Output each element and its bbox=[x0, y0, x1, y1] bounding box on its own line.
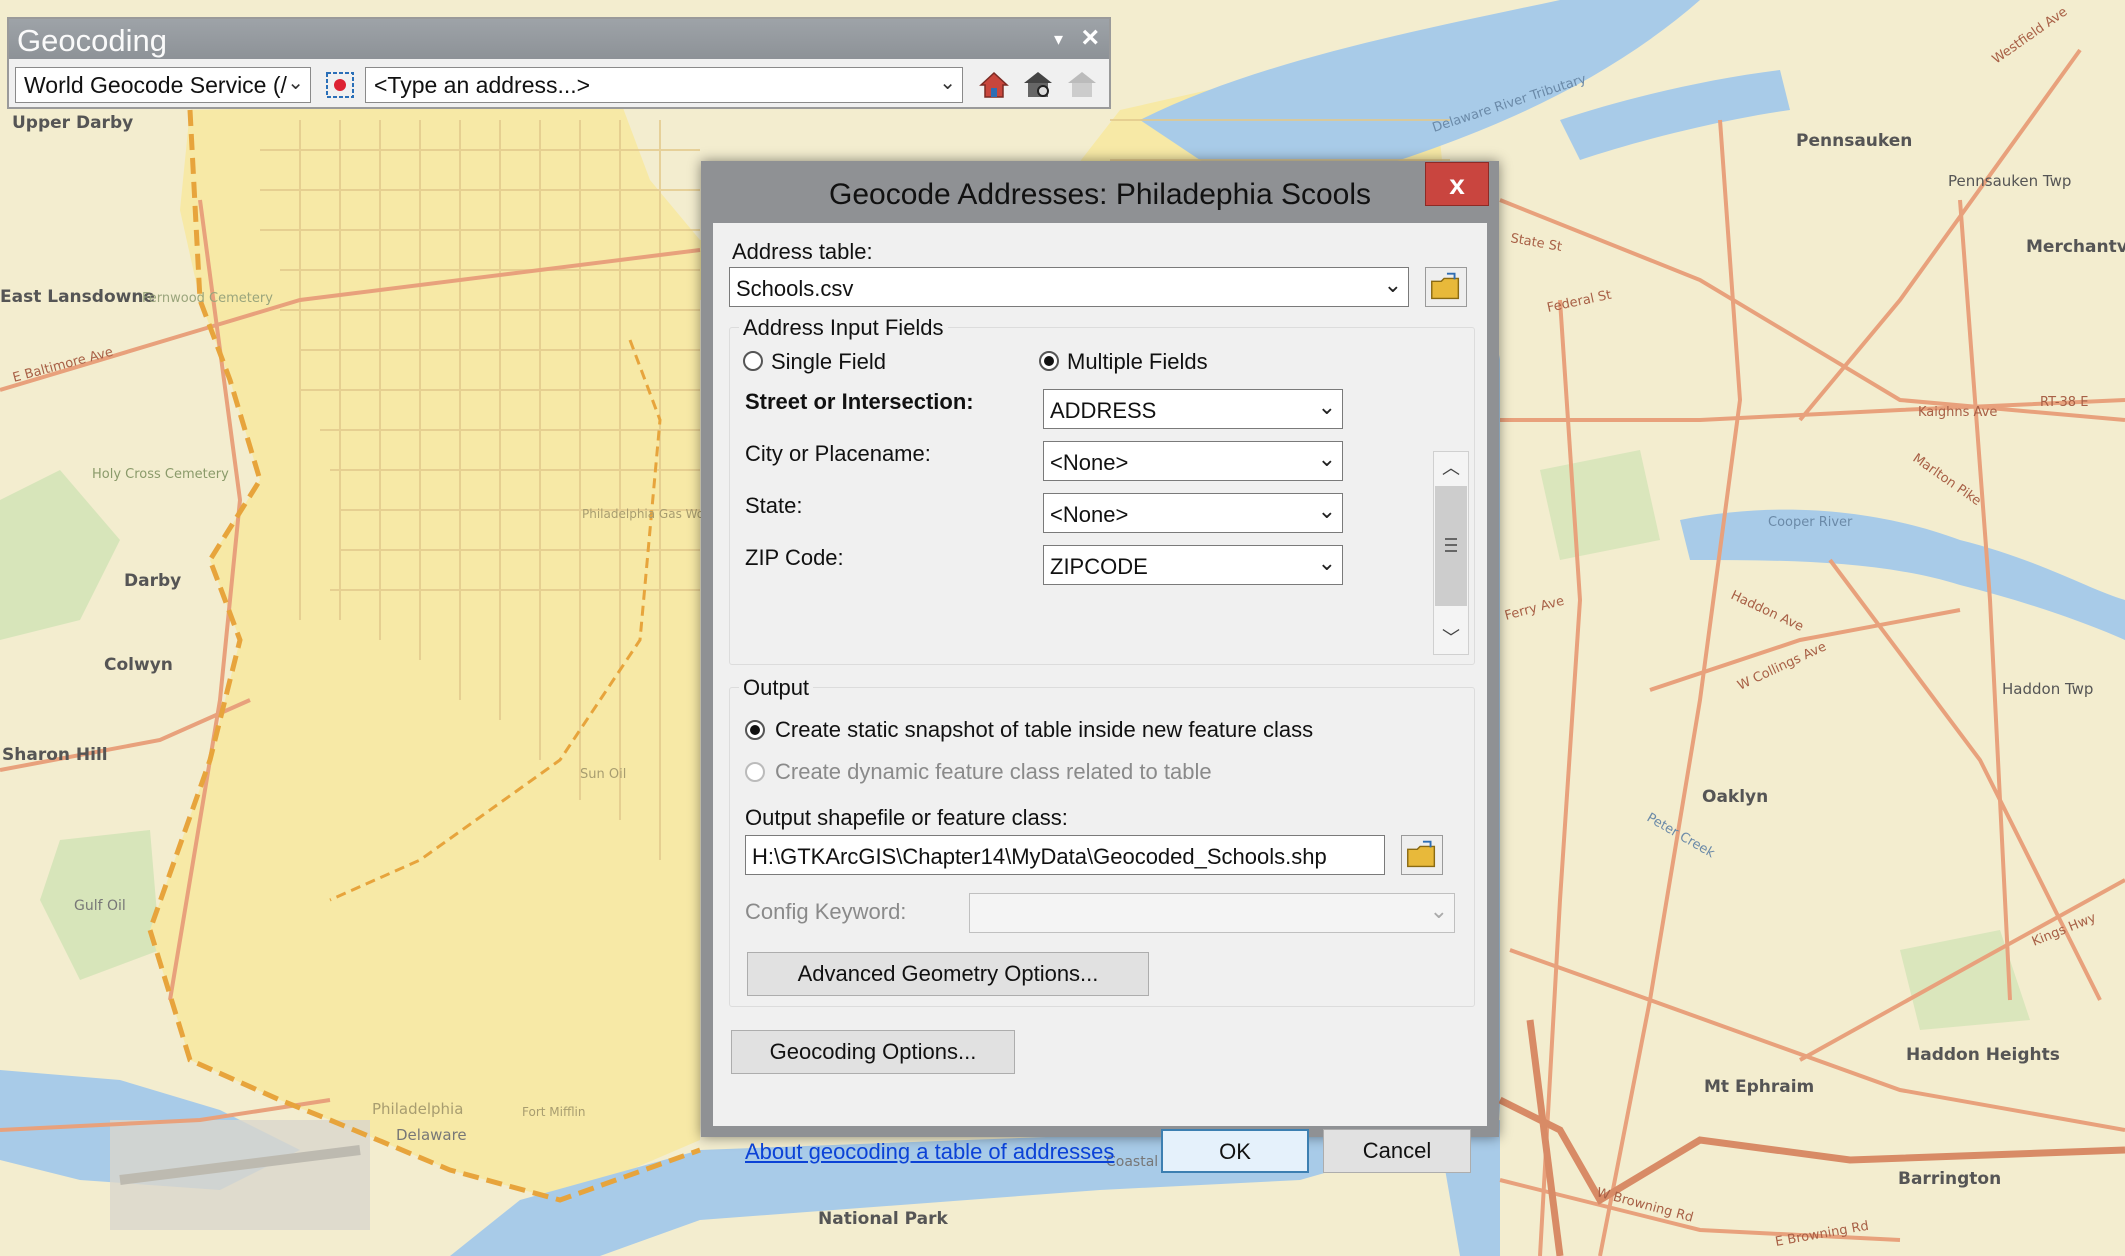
map-label: National Park bbox=[818, 1209, 949, 1229]
output-shapefile-input[interactable]: H:\GTKArcGIS\Chapter14\MyData\Geocoded_S… bbox=[745, 835, 1385, 875]
map-label: Oaklyn bbox=[1702, 787, 1768, 807]
address-input[interactable]: <Type an address...> ⌄ bbox=[365, 67, 963, 103]
map-label: Kaighns Ave bbox=[1918, 405, 1997, 420]
zip-field-combo[interactable]: ZIPCODE ⌄ bbox=[1043, 545, 1343, 585]
output-shapefile-label: Output shapefile or feature class: bbox=[745, 805, 1068, 830]
map-label: Delaware bbox=[396, 1126, 467, 1144]
chevron-up-icon[interactable]: ︿ bbox=[1434, 452, 1468, 484]
map-label: Merchantv bbox=[2026, 237, 2125, 257]
city-label: City or Placename: bbox=[745, 441, 931, 466]
map-label: Cooper River bbox=[1768, 515, 1853, 530]
dropdown-icon[interactable]: ▾ bbox=[1054, 29, 1063, 50]
street-label: Street or Intersection: bbox=[745, 389, 974, 414]
geocoding-toolbar[interactable]: Geocoding ▾ × World Geocode Service (/ ⌄… bbox=[7, 17, 1111, 109]
dynamic-feature-radio bbox=[745, 762, 765, 782]
zip-label: ZIP Code: bbox=[745, 545, 844, 570]
chevron-down-icon: ⌄ bbox=[287, 72, 304, 94]
dynamic-feature-label: Create dynamic feature class related to … bbox=[775, 759, 1212, 784]
cancel-button[interactable]: Cancel bbox=[1323, 1129, 1471, 1173]
map-label: Fort Mifflin bbox=[522, 1105, 586, 1119]
chevron-down-icon: ⌄ bbox=[1317, 394, 1336, 419]
map-label: Philadelphia bbox=[372, 1100, 463, 1118]
map-label: Fernwood Cemetery bbox=[142, 291, 273, 306]
address-table-combo[interactable]: Schools.csv ⌄ bbox=[729, 267, 1409, 307]
dialog-title-bar[interactable]: Geocode Addresses: Philadephia Scools x bbox=[701, 161, 1499, 223]
dialog-title: Geocode Addresses: Philadephia Scools bbox=[828, 178, 1372, 211]
chevron-down-icon: ⌄ bbox=[939, 72, 956, 94]
map-label: East Lansdowne bbox=[0, 287, 155, 307]
dialog-body: Address table: Schools.csv ⌄ Address Inp… bbox=[713, 223, 1487, 1173]
map-label: Pennsauken Twp bbox=[1948, 172, 2071, 190]
map-label: Darby bbox=[124, 571, 181, 591]
config-keyword-combo: ⌄ bbox=[969, 893, 1455, 933]
scrollbar-thumb[interactable] bbox=[1435, 486, 1467, 606]
address-table-label: Address table: bbox=[732, 239, 873, 264]
map-label: Pennsauken bbox=[1796, 131, 1912, 151]
map-label: Holy Cross Cemetery bbox=[92, 467, 229, 482]
single-field-label: Single Field bbox=[771, 349, 886, 374]
map-label: Upper Darby bbox=[12, 113, 133, 133]
map-label: Gulf Oil bbox=[74, 898, 126, 914]
review-rematch-icon[interactable] bbox=[1021, 69, 1055, 101]
zip-field-value: ZIPCODE bbox=[1050, 554, 1148, 579]
multiple-fields-label: Multiple Fields bbox=[1067, 349, 1208, 374]
address-placeholder: <Type an address...> bbox=[374, 72, 591, 98]
map-label: Mt Ephraim bbox=[1704, 1077, 1814, 1097]
toolbar-title-bar[interactable]: Geocoding ▾ × bbox=[9, 19, 1109, 59]
single-field-radio[interactable] bbox=[743, 351, 763, 371]
city-field-combo[interactable]: <None> ⌄ bbox=[1043, 441, 1343, 481]
street-field-combo[interactable]: ADDRESS ⌄ bbox=[1043, 389, 1343, 429]
static-snapshot-label: Create static snapshot of table inside n… bbox=[775, 717, 1314, 742]
map-label: Haddon Heights bbox=[1906, 1045, 2060, 1065]
address-input-fields-title: Address Input Fields bbox=[739, 315, 948, 341]
config-keyword-label: Config Keyword: bbox=[745, 899, 907, 924]
fields-scrollbar[interactable]: ︿ ﹀ bbox=[1433, 451, 1469, 655]
chevron-down-icon: ⌄ bbox=[1317, 550, 1336, 575]
map-label: Colwyn bbox=[104, 655, 173, 675]
chevron-down-icon: ⌄ bbox=[1317, 498, 1336, 523]
browse-output-folder-icon[interactable] bbox=[1401, 835, 1443, 875]
output-title: Output bbox=[739, 675, 814, 701]
close-icon[interactable]: × bbox=[1081, 21, 1099, 55]
map-label: Haddon Twp bbox=[2002, 680, 2093, 698]
map-label: Sharon Hill bbox=[2, 745, 108, 765]
browse-table-folder-icon[interactable] bbox=[1425, 267, 1467, 307]
locator-dropdown[interactable]: World Geocode Service (/ ⌄ bbox=[15, 67, 311, 103]
chevron-down-icon[interactable]: ﹀ bbox=[1434, 622, 1468, 654]
output-shapefile-value: H:\GTKArcGIS\Chapter14\MyData\Geocoded_S… bbox=[752, 844, 1327, 869]
about-geocoding-link[interactable]: About geocoding a table of addresses bbox=[745, 1139, 1114, 1165]
geocode-addresses-dialog[interactable]: Geocode Addresses: Philadephia Scools x … bbox=[701, 161, 1499, 1173]
city-field-value: <None> bbox=[1050, 450, 1129, 475]
geocode-house-icon[interactable] bbox=[977, 69, 1011, 101]
tool-disabled-icon bbox=[1068, 72, 1096, 97]
locator-value: World Geocode Service (/ bbox=[24, 72, 287, 98]
state-field-value: <None> bbox=[1050, 502, 1129, 527]
address-inspector-icon[interactable] bbox=[323, 69, 357, 101]
grip-icon bbox=[1445, 538, 1457, 552]
chevron-down-icon: ⌄ bbox=[1317, 446, 1336, 471]
dialog-close-button[interactable]: x bbox=[1425, 162, 1489, 206]
ok-button[interactable]: OK bbox=[1161, 1129, 1309, 1173]
map-label: RT-38 E bbox=[2040, 395, 2088, 410]
static-snapshot-radio[interactable] bbox=[745, 720, 765, 740]
map-label: Barrington bbox=[1898, 1169, 2001, 1189]
address-table-value: Schools.csv bbox=[736, 276, 854, 301]
multiple-fields-radio[interactable] bbox=[1039, 351, 1059, 371]
chevron-down-icon: ⌄ bbox=[1383, 272, 1402, 297]
street-field-value: ADDRESS bbox=[1050, 398, 1157, 423]
chevron-down-icon: ⌄ bbox=[1429, 898, 1448, 923]
toolbar-title: Geocoding bbox=[17, 23, 167, 58]
geocoding-options-button[interactable]: Geocoding Options... bbox=[731, 1030, 1015, 1074]
state-label: State: bbox=[745, 493, 803, 518]
advanced-geometry-options-button[interactable]: Advanced Geometry Options... bbox=[747, 952, 1149, 996]
state-field-combo[interactable]: <None> ⌄ bbox=[1043, 493, 1343, 533]
map-label: Sun Oil bbox=[580, 767, 626, 782]
